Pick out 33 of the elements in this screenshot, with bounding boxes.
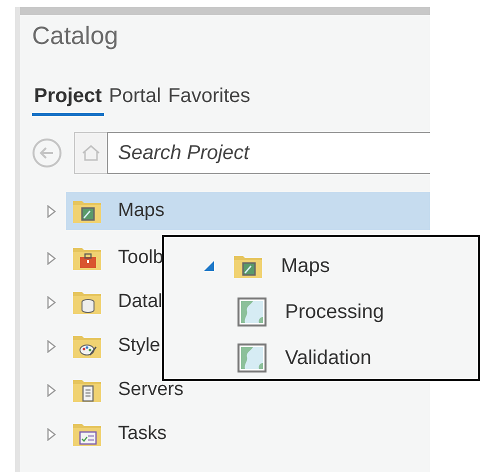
tree-item-label[interactable]: Maps bbox=[281, 254, 330, 278]
expand-icon[interactable] bbox=[47, 384, 56, 396]
map-icon bbox=[237, 297, 267, 327]
collapse-icon[interactable] bbox=[203, 260, 215, 272]
server-folder-icon bbox=[72, 377, 102, 403]
expand-icon[interactable] bbox=[47, 428, 56, 440]
palette-folder-icon bbox=[72, 333, 102, 359]
tab[interactable]: Favorites bbox=[166, 85, 252, 116]
expand-icon[interactable] bbox=[47, 252, 56, 264]
home-button[interactable] bbox=[74, 132, 107, 174]
home-icon bbox=[81, 143, 101, 163]
tree-item-label[interactable]: Processing bbox=[285, 300, 384, 324]
search-field[interactable]: Search Project bbox=[107, 132, 430, 174]
tree-item-label[interactable]: Maps bbox=[118, 200, 164, 222]
back-icon[interactable] bbox=[32, 138, 62, 168]
toolbox-folder-icon bbox=[72, 245, 102, 271]
expand-icon[interactable] bbox=[47, 204, 56, 218]
tab[interactable]: Portal bbox=[106, 85, 164, 116]
tree-item-label[interactable]: Servers bbox=[118, 379, 184, 401]
tree-item-label[interactable]: Style bbox=[118, 335, 160, 357]
map-icon bbox=[237, 343, 267, 373]
map-folder-icon bbox=[233, 253, 263, 279]
map-folder-icon bbox=[72, 198, 102, 224]
tree-item-label[interactable]: Toolb bbox=[118, 247, 164, 269]
expand-icon[interactable] bbox=[47, 296, 56, 308]
expand-icon[interactable] bbox=[47, 340, 56, 352]
tree-item-label[interactable]: Validation bbox=[285, 346, 372, 370]
task-folder-icon bbox=[72, 421, 102, 447]
tab[interactable]: Project bbox=[32, 85, 104, 116]
tree-item-label[interactable]: Tasks bbox=[118, 423, 167, 445]
pane-title: Catalog bbox=[31, 21, 120, 52]
database-folder-icon bbox=[72, 289, 102, 315]
tree-item-label[interactable]: Datal bbox=[118, 291, 162, 313]
